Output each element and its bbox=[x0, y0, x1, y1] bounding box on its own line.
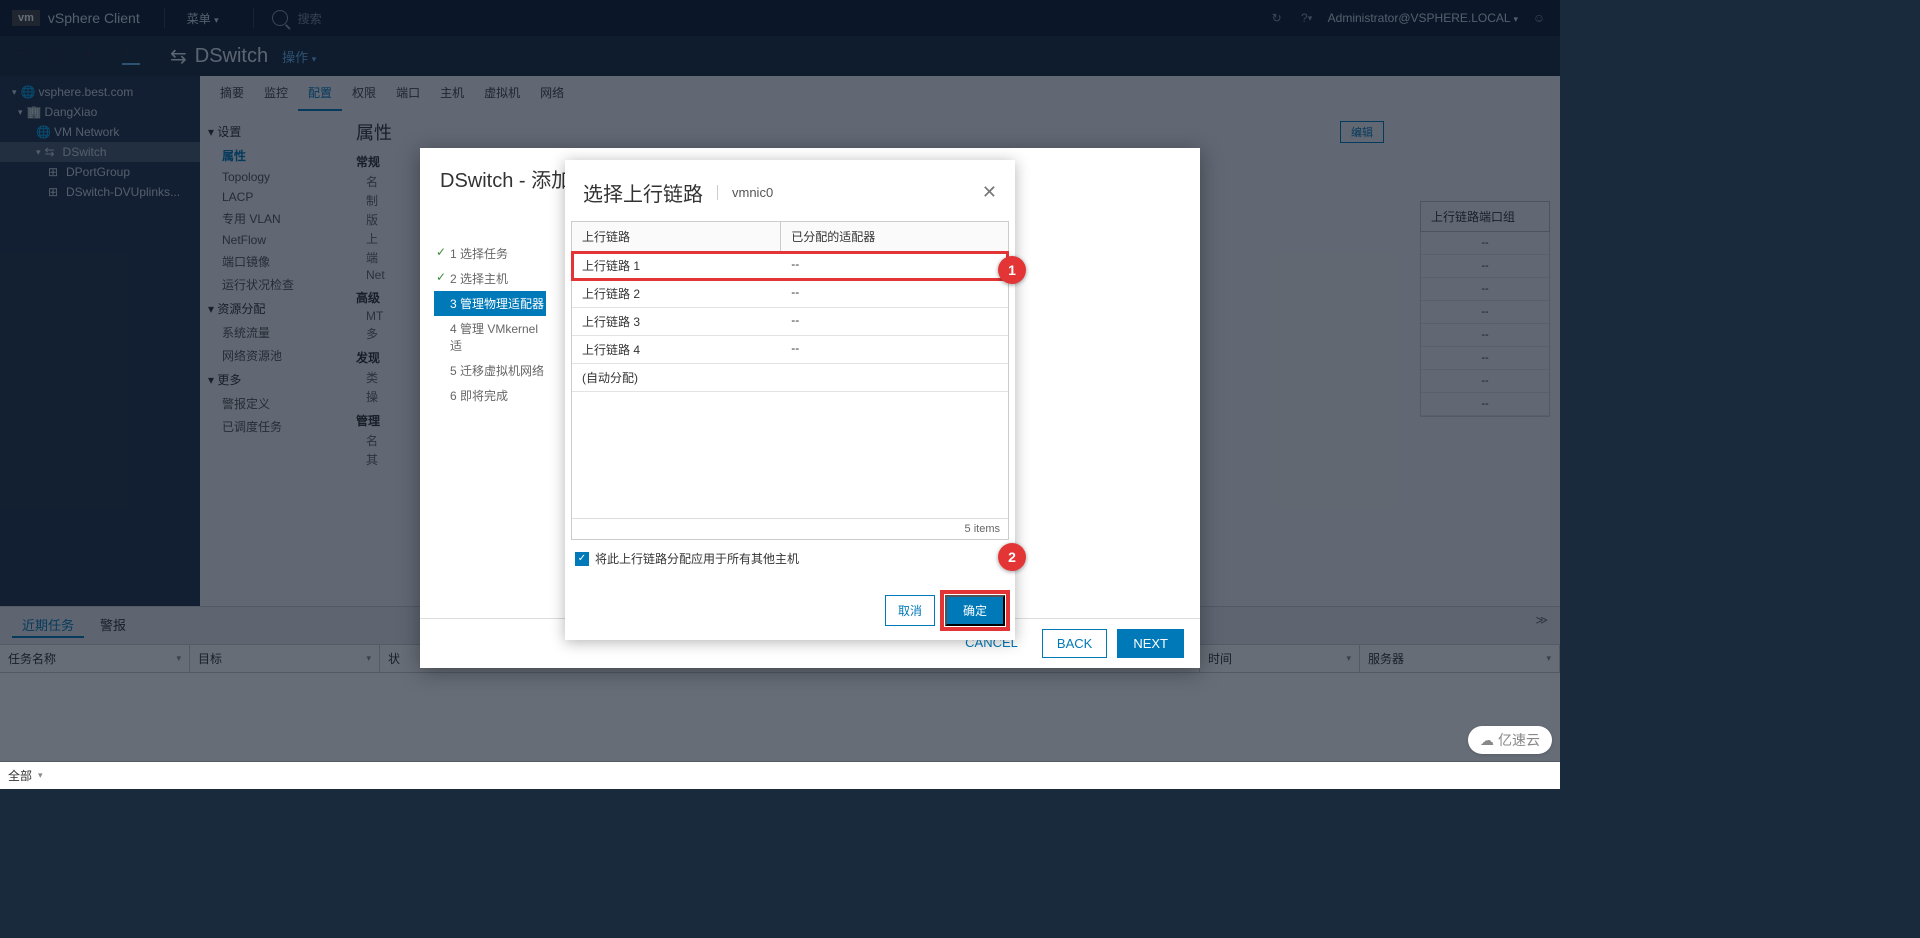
uplink-table: 上行链路 已分配的适配器 上行链路 1 -- 上行链路 2 -- 上行链路 3 … bbox=[571, 221, 1009, 540]
th-uplink[interactable]: 上行链路 bbox=[572, 222, 781, 252]
table-empty bbox=[572, 392, 1008, 518]
dialog-title: 选择上行链路 bbox=[583, 178, 703, 207]
dialog-subtitle: vmnic0 bbox=[717, 185, 773, 200]
cell-uplink: 上行链路 4 bbox=[572, 336, 781, 363]
cell-uplink: 上行链路 2 bbox=[572, 280, 781, 307]
table-row[interactable]: 上行链路 2 -- bbox=[572, 280, 1008, 308]
tasks-footer[interactable]: 全部 ▾ bbox=[0, 761, 1560, 789]
wiz-step-1[interactable]: 1 选择任务 bbox=[434, 241, 546, 266]
close-icon[interactable]: ✕ bbox=[982, 182, 997, 203]
checkbox-icon[interactable]: ✓ bbox=[575, 552, 589, 566]
cell-uplink: 上行链路 1 bbox=[572, 252, 781, 279]
th-assigned[interactable]: 已分配的适配器 bbox=[781, 222, 1008, 252]
watermark: ☁ 亿速云 bbox=[1468, 726, 1552, 754]
callout-2: 2 bbox=[998, 543, 1026, 571]
cell-uplink: 上行链路 3 bbox=[572, 308, 781, 335]
cloud-icon: ☁ bbox=[1480, 732, 1494, 749]
wizard-steps: 1 选择任务 2 选择主机 3 管理物理适配器 4 管理 VMkernel 适 … bbox=[420, 201, 550, 408]
apply-all-row[interactable]: ✓ 将此上行链路分配应用于所有其他主机 bbox=[571, 540, 1009, 571]
dialog-ok-button[interactable]: 确定 bbox=[945, 595, 1005, 626]
select-uplink-dialog: 选择上行链路 vmnic0 ✕ 上行链路 已分配的适配器 上行链路 1 -- 上… bbox=[565, 160, 1015, 640]
cell-uplink: (自动分配) bbox=[572, 364, 781, 391]
wiz-step-6[interactable]: 6 即将完成 bbox=[434, 383, 546, 408]
checkbox-label: 将此上行链路分配应用于所有其他主机 bbox=[595, 550, 799, 567]
table-row[interactable]: (自动分配) bbox=[572, 364, 1008, 392]
dialog-cancel-button[interactable]: 取消 bbox=[885, 595, 935, 626]
cell-assigned: -- bbox=[781, 252, 1008, 279]
table-row[interactable]: 上行链路 1 -- bbox=[572, 252, 1008, 280]
table-row[interactable]: 上行链路 3 -- bbox=[572, 308, 1008, 336]
wiz-step-4[interactable]: 4 管理 VMkernel 适 bbox=[434, 316, 546, 358]
wiz-step-3[interactable]: 3 管理物理适配器 bbox=[434, 291, 546, 316]
cell-assigned: -- bbox=[781, 336, 1008, 363]
items-count: 5 items bbox=[572, 518, 1008, 539]
callout-1: 1 bbox=[998, 256, 1026, 284]
table-row[interactable]: 上行链路 4 -- bbox=[572, 336, 1008, 364]
wizard-title: DSwitch - 添加 bbox=[440, 164, 571, 193]
wiz-step-2[interactable]: 2 选择主机 bbox=[434, 266, 546, 291]
cell-assigned: -- bbox=[781, 308, 1008, 335]
back-button[interactable]: BACK bbox=[1042, 629, 1107, 658]
cell-assigned: -- bbox=[781, 280, 1008, 307]
wiz-step-5[interactable]: 5 迁移虚拟机网络 bbox=[434, 358, 546, 383]
cell-assigned bbox=[781, 364, 1008, 391]
next-button[interactable]: NEXT bbox=[1117, 629, 1184, 658]
